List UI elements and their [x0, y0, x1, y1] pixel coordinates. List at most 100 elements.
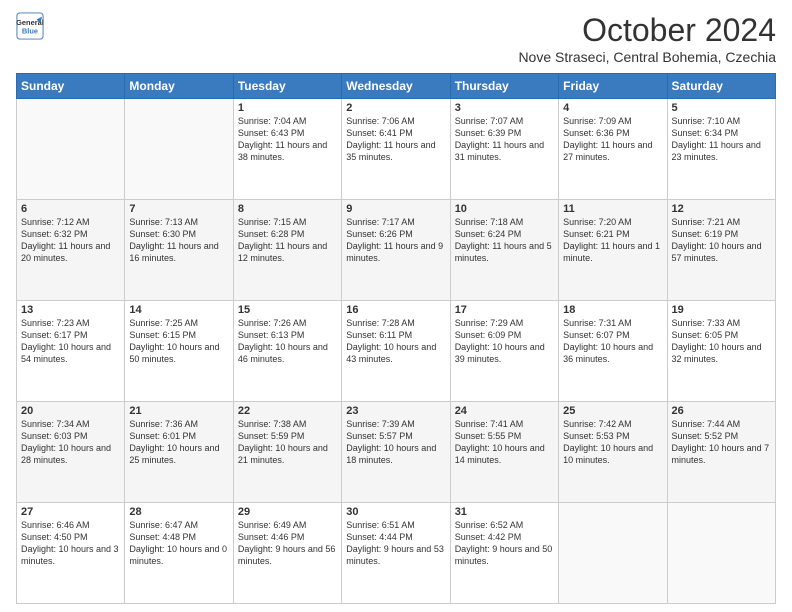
day-number: 20 — [21, 405, 120, 417]
col-saturday: Saturday — [667, 74, 775, 99]
cell-content: Sunrise: 7:07 AM Sunset: 6:39 PM Dayligh… — [455, 115, 554, 164]
cell-content: Sunrise: 7:06 AM Sunset: 6:41 PM Dayligh… — [346, 115, 445, 164]
table-row: 29Sunrise: 6:49 AM Sunset: 4:46 PM Dayli… — [233, 503, 341, 604]
table-row: 13Sunrise: 7:23 AM Sunset: 6:17 PM Dayli… — [17, 301, 125, 402]
table-row — [125, 99, 233, 200]
day-number: 21 — [129, 405, 228, 417]
table-row: 8Sunrise: 7:15 AM Sunset: 6:28 PM Daylig… — [233, 200, 341, 301]
day-number: 5 — [672, 102, 771, 114]
cell-content: Sunrise: 7:13 AM Sunset: 6:30 PM Dayligh… — [129, 216, 228, 265]
cell-content: Sunrise: 7:26 AM Sunset: 6:13 PM Dayligh… — [238, 317, 337, 366]
col-wednesday: Wednesday — [342, 74, 450, 99]
day-number: 27 — [21, 506, 120, 518]
cell-content: Sunrise: 7:36 AM Sunset: 6:01 PM Dayligh… — [129, 418, 228, 467]
cell-content: Sunrise: 7:44 AM Sunset: 5:52 PM Dayligh… — [672, 418, 771, 467]
day-number: 22 — [238, 405, 337, 417]
cell-content: Sunrise: 7:33 AM Sunset: 6:05 PM Dayligh… — [672, 317, 771, 366]
table-row: 11Sunrise: 7:20 AM Sunset: 6:21 PM Dayli… — [559, 200, 667, 301]
day-number: 29 — [238, 506, 337, 518]
table-row: 1Sunrise: 7:04 AM Sunset: 6:43 PM Daylig… — [233, 99, 341, 200]
table-row: 23Sunrise: 7:39 AM Sunset: 5:57 PM Dayli… — [342, 402, 450, 503]
table-row: 19Sunrise: 7:33 AM Sunset: 6:05 PM Dayli… — [667, 301, 775, 402]
table-row: 9Sunrise: 7:17 AM Sunset: 6:26 PM Daylig… — [342, 200, 450, 301]
cell-content: Sunrise: 6:52 AM Sunset: 4:42 PM Dayligh… — [455, 519, 554, 568]
cell-content: Sunrise: 7:15 AM Sunset: 6:28 PM Dayligh… — [238, 216, 337, 265]
day-number: 8 — [238, 203, 337, 215]
cell-content: Sunrise: 6:51 AM Sunset: 4:44 PM Dayligh… — [346, 519, 445, 568]
table-row: 10Sunrise: 7:18 AM Sunset: 6:24 PM Dayli… — [450, 200, 558, 301]
table-row: 5Sunrise: 7:10 AM Sunset: 6:34 PM Daylig… — [667, 99, 775, 200]
logo-icon: General Blue — [16, 12, 44, 40]
calendar-header-row: Sunday Monday Tuesday Wednesday Thursday… — [17, 74, 776, 99]
table-row: 4Sunrise: 7:09 AM Sunset: 6:36 PM Daylig… — [559, 99, 667, 200]
cell-content: Sunrise: 7:04 AM Sunset: 6:43 PM Dayligh… — [238, 115, 337, 164]
table-row — [559, 503, 667, 604]
cell-content: Sunrise: 6:47 AM Sunset: 4:48 PM Dayligh… — [129, 519, 228, 568]
cell-content: Sunrise: 7:23 AM Sunset: 6:17 PM Dayligh… — [21, 317, 120, 366]
cell-content: Sunrise: 7:42 AM Sunset: 5:53 PM Dayligh… — [563, 418, 662, 467]
day-number: 19 — [672, 304, 771, 316]
day-number: 15 — [238, 304, 337, 316]
day-number: 18 — [563, 304, 662, 316]
table-row: 31Sunrise: 6:52 AM Sunset: 4:42 PM Dayli… — [450, 503, 558, 604]
day-number: 4 — [563, 102, 662, 114]
cell-content: Sunrise: 7:41 AM Sunset: 5:55 PM Dayligh… — [455, 418, 554, 467]
table-row: 18Sunrise: 7:31 AM Sunset: 6:07 PM Dayli… — [559, 301, 667, 402]
table-row — [667, 503, 775, 604]
table-row: 21Sunrise: 7:36 AM Sunset: 6:01 PM Dayli… — [125, 402, 233, 503]
day-number: 6 — [21, 203, 120, 215]
cell-content: Sunrise: 7:25 AM Sunset: 6:15 PM Dayligh… — [129, 317, 228, 366]
cell-content: Sunrise: 7:17 AM Sunset: 6:26 PM Dayligh… — [346, 216, 445, 265]
cell-content: Sunrise: 7:12 AM Sunset: 6:32 PM Dayligh… — [21, 216, 120, 265]
cell-content: Sunrise: 7:39 AM Sunset: 5:57 PM Dayligh… — [346, 418, 445, 467]
table-row: 30Sunrise: 6:51 AM Sunset: 4:44 PM Dayli… — [342, 503, 450, 604]
day-number: 31 — [455, 506, 554, 518]
day-number: 28 — [129, 506, 228, 518]
table-row: 7Sunrise: 7:13 AM Sunset: 6:30 PM Daylig… — [125, 200, 233, 301]
table-row: 24Sunrise: 7:41 AM Sunset: 5:55 PM Dayli… — [450, 402, 558, 503]
calendar-table: Sunday Monday Tuesday Wednesday Thursday… — [16, 73, 776, 604]
day-number: 2 — [346, 102, 445, 114]
cell-content: Sunrise: 7:18 AM Sunset: 6:24 PM Dayligh… — [455, 216, 554, 265]
col-friday: Friday — [559, 74, 667, 99]
day-number: 9 — [346, 203, 445, 215]
day-number: 30 — [346, 506, 445, 518]
day-number: 3 — [455, 102, 554, 114]
table-row: 3Sunrise: 7:07 AM Sunset: 6:39 PM Daylig… — [450, 99, 558, 200]
table-row: 12Sunrise: 7:21 AM Sunset: 6:19 PM Dayli… — [667, 200, 775, 301]
table-row: 22Sunrise: 7:38 AM Sunset: 5:59 PM Dayli… — [233, 402, 341, 503]
table-row: 14Sunrise: 7:25 AM Sunset: 6:15 PM Dayli… — [125, 301, 233, 402]
cell-content: Sunrise: 7:38 AM Sunset: 5:59 PM Dayligh… — [238, 418, 337, 467]
table-row: 26Sunrise: 7:44 AM Sunset: 5:52 PM Dayli… — [667, 402, 775, 503]
day-number: 23 — [346, 405, 445, 417]
day-number: 7 — [129, 203, 228, 215]
cell-content: Sunrise: 7:29 AM Sunset: 6:09 PM Dayligh… — [455, 317, 554, 366]
day-number: 24 — [455, 405, 554, 417]
day-number: 14 — [129, 304, 228, 316]
col-monday: Monday — [125, 74, 233, 99]
day-number: 17 — [455, 304, 554, 316]
svg-text:Blue: Blue — [22, 26, 38, 35]
table-row: 2Sunrise: 7:06 AM Sunset: 6:41 PM Daylig… — [342, 99, 450, 200]
table-row: 15Sunrise: 7:26 AM Sunset: 6:13 PM Dayli… — [233, 301, 341, 402]
table-row: 28Sunrise: 6:47 AM Sunset: 4:48 PM Dayli… — [125, 503, 233, 604]
day-number: 26 — [672, 405, 771, 417]
cell-content: Sunrise: 6:46 AM Sunset: 4:50 PM Dayligh… — [21, 519, 120, 568]
table-row: 17Sunrise: 7:29 AM Sunset: 6:09 PM Dayli… — [450, 301, 558, 402]
cell-content: Sunrise: 6:49 AM Sunset: 4:46 PM Dayligh… — [238, 519, 337, 568]
day-number: 11 — [563, 203, 662, 215]
month-title: October 2024 — [518, 12, 776, 49]
table-row: 25Sunrise: 7:42 AM Sunset: 5:53 PM Dayli… — [559, 402, 667, 503]
day-number: 25 — [563, 405, 662, 417]
cell-content: Sunrise: 7:20 AM Sunset: 6:21 PM Dayligh… — [563, 216, 662, 265]
day-number: 10 — [455, 203, 554, 215]
table-row: 16Sunrise: 7:28 AM Sunset: 6:11 PM Dayli… — [342, 301, 450, 402]
cell-content: Sunrise: 7:09 AM Sunset: 6:36 PM Dayligh… — [563, 115, 662, 164]
location-subtitle: Nove Straseci, Central Bohemia, Czechia — [518, 49, 776, 65]
table-row — [17, 99, 125, 200]
col-thursday: Thursday — [450, 74, 558, 99]
cell-content: Sunrise: 7:28 AM Sunset: 6:11 PM Dayligh… — [346, 317, 445, 366]
day-number: 16 — [346, 304, 445, 316]
cell-content: Sunrise: 7:31 AM Sunset: 6:07 PM Dayligh… — [563, 317, 662, 366]
table-row: 27Sunrise: 6:46 AM Sunset: 4:50 PM Dayli… — [17, 503, 125, 604]
